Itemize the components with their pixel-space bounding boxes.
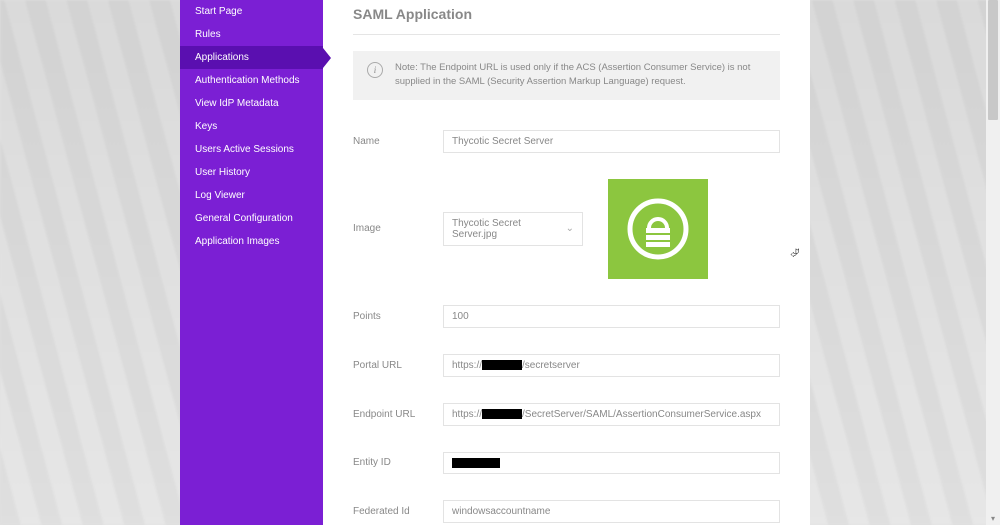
redacted-host	[482, 360, 522, 370]
form-row-portal-url: Portal URL https:// /secretserver	[353, 354, 780, 377]
note-text: Note: The Endpoint URL is used only if t…	[395, 61, 766, 90]
points-input[interactable]	[443, 305, 780, 328]
sidebar-item-start-page[interactable]: Start Page	[180, 0, 323, 23]
image-controls: Thycotic Secret Server.jpg ⌄	[443, 179, 780, 279]
portal-url-label: Portal URL	[353, 360, 433, 371]
form-row-entity-id: Entity ID	[353, 452, 780, 474]
image-select-value: Thycotic Secret Server.jpg	[452, 218, 566, 240]
lock-icon	[627, 198, 689, 260]
name-input[interactable]	[443, 130, 780, 153]
sidebar-item-user-history[interactable]: User History	[180, 161, 323, 184]
name-label: Name	[353, 136, 433, 147]
info-icon: i	[367, 62, 383, 78]
form-row-name: Name	[353, 130, 780, 153]
federated-id-input[interactable]	[443, 500, 780, 523]
scrollbar-track[interactable]: ▾	[986, 0, 1000, 525]
portal-url-prefix: https://	[452, 360, 482, 371]
sidebar-item-users-active-sessions[interactable]: Users Active Sessions	[180, 138, 323, 161]
sidebar-item-rules[interactable]: Rules	[180, 23, 323, 46]
scrollbar-thumb[interactable]	[988, 0, 998, 120]
main-content: SAML Application i Note: The Endpoint UR…	[323, 0, 810, 525]
entity-id-label: Entity ID	[353, 457, 433, 468]
page-title: SAML Application	[353, 0, 780, 34]
app-panel: Start PageRulesApplicationsAuthenticatio…	[180, 0, 810, 525]
sidebar: Start PageRulesApplicationsAuthenticatio…	[180, 0, 323, 525]
image-preview	[608, 179, 708, 279]
form-row-federated-id: Federated Id	[353, 500, 780, 523]
image-label: Image	[353, 223, 433, 234]
divider	[353, 34, 780, 35]
redacted-entity	[452, 458, 500, 468]
portal-url-suffix: /secretserver	[522, 360, 580, 371]
form-row-endpoint-url: Endpoint URL https:// /SecretServer/SAML…	[353, 403, 780, 426]
sidebar-item-view-idp-metadata[interactable]: View IdP Metadata	[180, 92, 323, 115]
sidebar-item-applications[interactable]: Applications	[180, 46, 323, 69]
entity-id-input[interactable]	[443, 452, 780, 474]
endpoint-url-label: Endpoint URL	[353, 409, 433, 420]
portal-url-input[interactable]: https:// /secretserver	[443, 354, 780, 377]
sidebar-item-keys[interactable]: Keys	[180, 115, 323, 138]
sidebar-item-log-viewer[interactable]: Log Viewer	[180, 184, 323, 207]
points-label: Points	[353, 311, 433, 322]
redacted-host	[482, 409, 522, 419]
sidebar-item-application-images[interactable]: Application Images	[180, 230, 323, 253]
scrollbar-down-icon[interactable]: ▾	[986, 511, 1000, 525]
chevron-down-icon: ⌄	[566, 223, 574, 234]
sidebar-item-general-configuration[interactable]: General Configuration	[180, 207, 323, 230]
form-row-image: Image Thycotic Secret Server.jpg ⌄	[353, 179, 780, 279]
federated-id-label: Federated Id	[353, 506, 433, 517]
endpoint-url-suffix: /SecretServer/SAML/AssertionConsumerServ…	[522, 409, 761, 420]
form-row-points: Points	[353, 305, 780, 328]
sidebar-item-authentication-methods[interactable]: Authentication Methods	[180, 69, 323, 92]
image-select[interactable]: Thycotic Secret Server.jpg ⌄	[443, 212, 583, 246]
note-box: i Note: The Endpoint URL is used only if…	[353, 51, 780, 100]
endpoint-url-input[interactable]: https:// /SecretServer/SAML/AssertionCon…	[443, 403, 780, 426]
endpoint-url-prefix: https://	[452, 409, 482, 420]
